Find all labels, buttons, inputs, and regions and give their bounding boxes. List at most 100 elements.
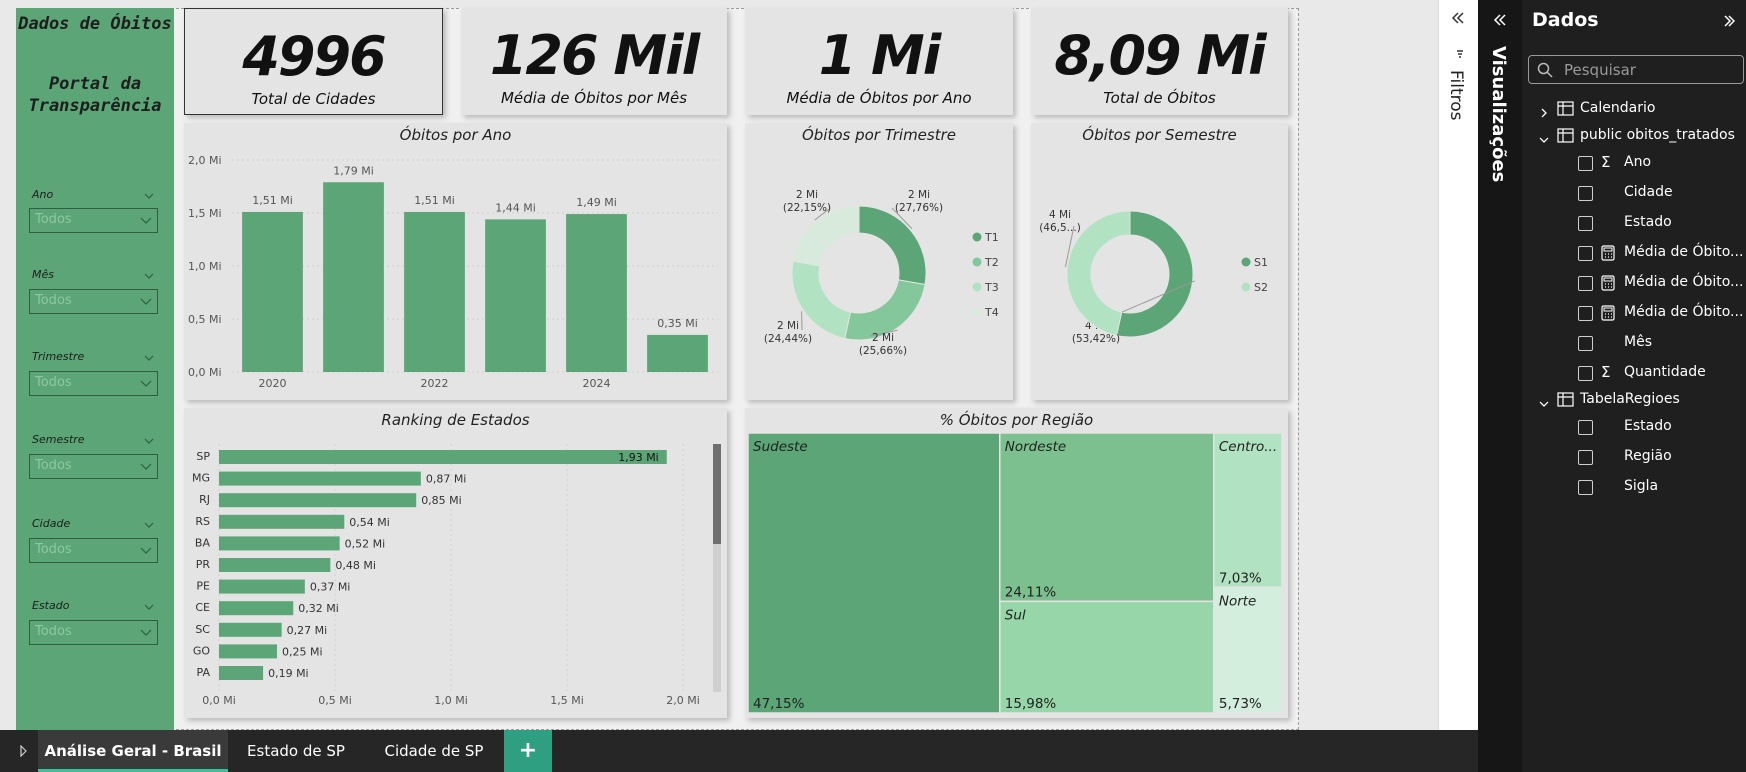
- chevron-down-icon[interactable]: [144, 191, 154, 201]
- slicer-panel: Dados de Óbitos Portal da Transparência …: [16, 8, 174, 730]
- chevron-right-icon[interactable]: [1539, 103, 1549, 122]
- legend-marker: [1241, 282, 1251, 292]
- field-label: Mês: [1624, 334, 1652, 350]
- search-input[interactable]: Pesquisar: [1528, 55, 1744, 84]
- filters-label[interactable]: Filtros: [1446, 70, 1466, 121]
- field-checkbox[interactable]: [1578, 186, 1593, 201]
- field-label: Ano: [1624, 154, 1652, 170]
- bar: [219, 579, 305, 594]
- chart-obitos-por-ano[interactable]: Óbitos por Ano 0,0 Mi 0,5 Mi 1,0 Mi 1,5 Mi 2…: [184, 123, 727, 400]
- tab-estado-sp[interactable]: Estado de SP: [228, 730, 364, 772]
- kpi-total-obitos[interactable]: 8,09 Mi Total de Óbitos: [1031, 8, 1288, 115]
- x-tick-label: 1,5 Mi: [550, 694, 584, 707]
- data-label: 1,49 Mi: [576, 196, 617, 209]
- kpi-label: Média de Óbitos por Mês: [500, 89, 688, 107]
- scrollbar-thumb[interactable]: [713, 444, 721, 544]
- kpi-total-cidades[interactable]: 4996 Total de Cidades: [184, 8, 443, 115]
- tab-scroll-right-icon[interactable]: [20, 745, 28, 757]
- kpi-media-mes[interactable]: 126 Mil Média de Óbitos por Mês: [461, 8, 727, 115]
- slicer-dropdown[interactable]: Todos: [29, 620, 158, 645]
- field-item[interactable]: Média de Óbito...: [1522, 243, 1746, 265]
- chevron-down-icon[interactable]: [1539, 394, 1549, 413]
- chart-ranking-estados[interactable]: Ranking de Estados 0,0 Mi 0,5 Mi 1,0 Mi 1,5…: [184, 408, 727, 718]
- slicer-dropdown[interactable]: Todos: [29, 371, 158, 396]
- kpi-value: 8,09 Mi: [1054, 24, 1266, 87]
- field-checkbox[interactable]: [1578, 306, 1593, 321]
- field-label: Média de Óbito...: [1624, 274, 1744, 290]
- chevron-down-icon: [140, 629, 152, 636]
- data-label: 0,35 Mi: [657, 317, 698, 330]
- bar: [219, 601, 294, 616]
- kpi-media-ano[interactable]: 1 Mi Média de Óbitos por Ano: [745, 8, 1013, 115]
- slicer-dropdown[interactable]: Todos: [29, 208, 158, 233]
- tab-cidade-sp[interactable]: Cidade de SP: [364, 730, 504, 772]
- legend-label: T2: [984, 256, 999, 269]
- field-item[interactable]: Σ Quantidade: [1522, 363, 1746, 385]
- field-item[interactable]: Mês: [1522, 333, 1746, 355]
- legend-marker: [972, 282, 982, 292]
- tile-value: 7,03%: [1219, 570, 1262, 586]
- category-label: PA: [197, 666, 211, 679]
- tile-label: Sudeste: [753, 439, 808, 455]
- collapse-left-icon[interactable]: [1493, 14, 1507, 26]
- field-item[interactable]: Região: [1522, 447, 1746, 469]
- field-item[interactable]: Estado: [1522, 213, 1746, 235]
- chevron-down-icon[interactable]: [144, 271, 154, 281]
- field-checkbox[interactable]: [1578, 246, 1593, 261]
- field-checkbox[interactable]: [1578, 420, 1593, 435]
- chevron-down-icon: [140, 217, 152, 224]
- slicer-dropdown[interactable]: Todos: [29, 538, 158, 563]
- field-checkbox[interactable]: [1578, 450, 1593, 465]
- field-checkbox[interactable]: [1578, 156, 1593, 171]
- slicer-dropdown[interactable]: Todos: [29, 454, 158, 479]
- field-checkbox[interactable]: [1578, 336, 1593, 351]
- filters-pane-collapsed[interactable]: Filtros: [1438, 0, 1478, 772]
- visualizations-label[interactable]: Visualizações: [1488, 46, 1509, 182]
- chevron-down-icon[interactable]: [144, 436, 154, 446]
- expand-right-icon[interactable]: [1723, 15, 1735, 27]
- field-item[interactable]: Média de Óbito...: [1522, 303, 1746, 325]
- field-checkbox[interactable]: [1578, 480, 1593, 495]
- chevron-down-icon[interactable]: [144, 602, 154, 612]
- field-label: Cidade: [1624, 184, 1673, 200]
- search-placeholder: Pesquisar: [1564, 61, 1636, 79]
- treemap-tile: [1213, 432, 1283, 589]
- chart-obitos-por-trimestre[interactable]: Óbitos por Trimestre 2 Mi (27,76%) 2 Mi (25…: [745, 123, 1013, 400]
- hbar-chart-ranking: 0,0 Mi 0,5 Mi 1,0 Mi 1,5 Mi 2,0 Mi SP 1,93 Mi M…: [192, 444, 700, 707]
- field-label: Quantidade: [1624, 364, 1706, 380]
- table-node[interactable]: public obitos_tratados: [1522, 126, 1746, 148]
- table-node[interactable]: TabelaRegioes: [1522, 390, 1746, 412]
- bar: [219, 471, 421, 486]
- slicer-label: Estado: [32, 599, 70, 612]
- data-label-value: 2 Mi: [872, 332, 894, 344]
- kpi-value: 4996: [242, 25, 386, 88]
- slicer-dropdown[interactable]: Todos: [29, 289, 158, 314]
- field-checkbox[interactable]: [1578, 366, 1593, 381]
- collapse-left-icon[interactable]: [1451, 12, 1465, 24]
- donut-slice: [858, 205, 927, 286]
- field-checkbox[interactable]: [1578, 276, 1593, 291]
- add-page-button[interactable]: +: [504, 730, 552, 772]
- field-item[interactable]: Σ Ano: [1522, 153, 1746, 175]
- x-tick-label: 2,0 Mi: [666, 694, 700, 707]
- field-item[interactable]: Sigla: [1522, 477, 1746, 499]
- tab-analise-geral[interactable]: Análise Geral - Brasil: [38, 730, 228, 772]
- field-item[interactable]: Cidade: [1522, 183, 1746, 205]
- scrollbar-track[interactable]: [713, 444, 721, 692]
- chevron-down-icon[interactable]: [144, 520, 154, 530]
- field-item[interactable]: Estado: [1522, 417, 1746, 439]
- chevron-down-icon[interactable]: [1539, 130, 1549, 149]
- tile-label: Norte: [1219, 593, 1257, 609]
- field-item[interactable]: Média de Óbito...: [1522, 273, 1746, 295]
- bar: [219, 666, 264, 680]
- table-node[interactable]: Calendario: [1522, 99, 1746, 121]
- table-icon: [1557, 101, 1574, 120]
- chart-obitos-por-regiao[interactable]: % Óbitos por Região Sudeste 47,15% Nordest…: [745, 408, 1288, 718]
- chart-obitos-por-semestre[interactable]: Óbitos por Semestre 4 Mi(53,42%)4 Mi(46,…: [1031, 123, 1288, 400]
- category-label: PE: [196, 580, 210, 593]
- field-checkbox[interactable]: [1578, 216, 1593, 231]
- report-title: Dados de Óbitos: [18, 14, 172, 34]
- visualizations-pane-collapsed[interactable]: Visualizações: [1478, 0, 1522, 772]
- bar: [219, 558, 331, 572]
- chevron-down-icon[interactable]: [144, 353, 154, 363]
